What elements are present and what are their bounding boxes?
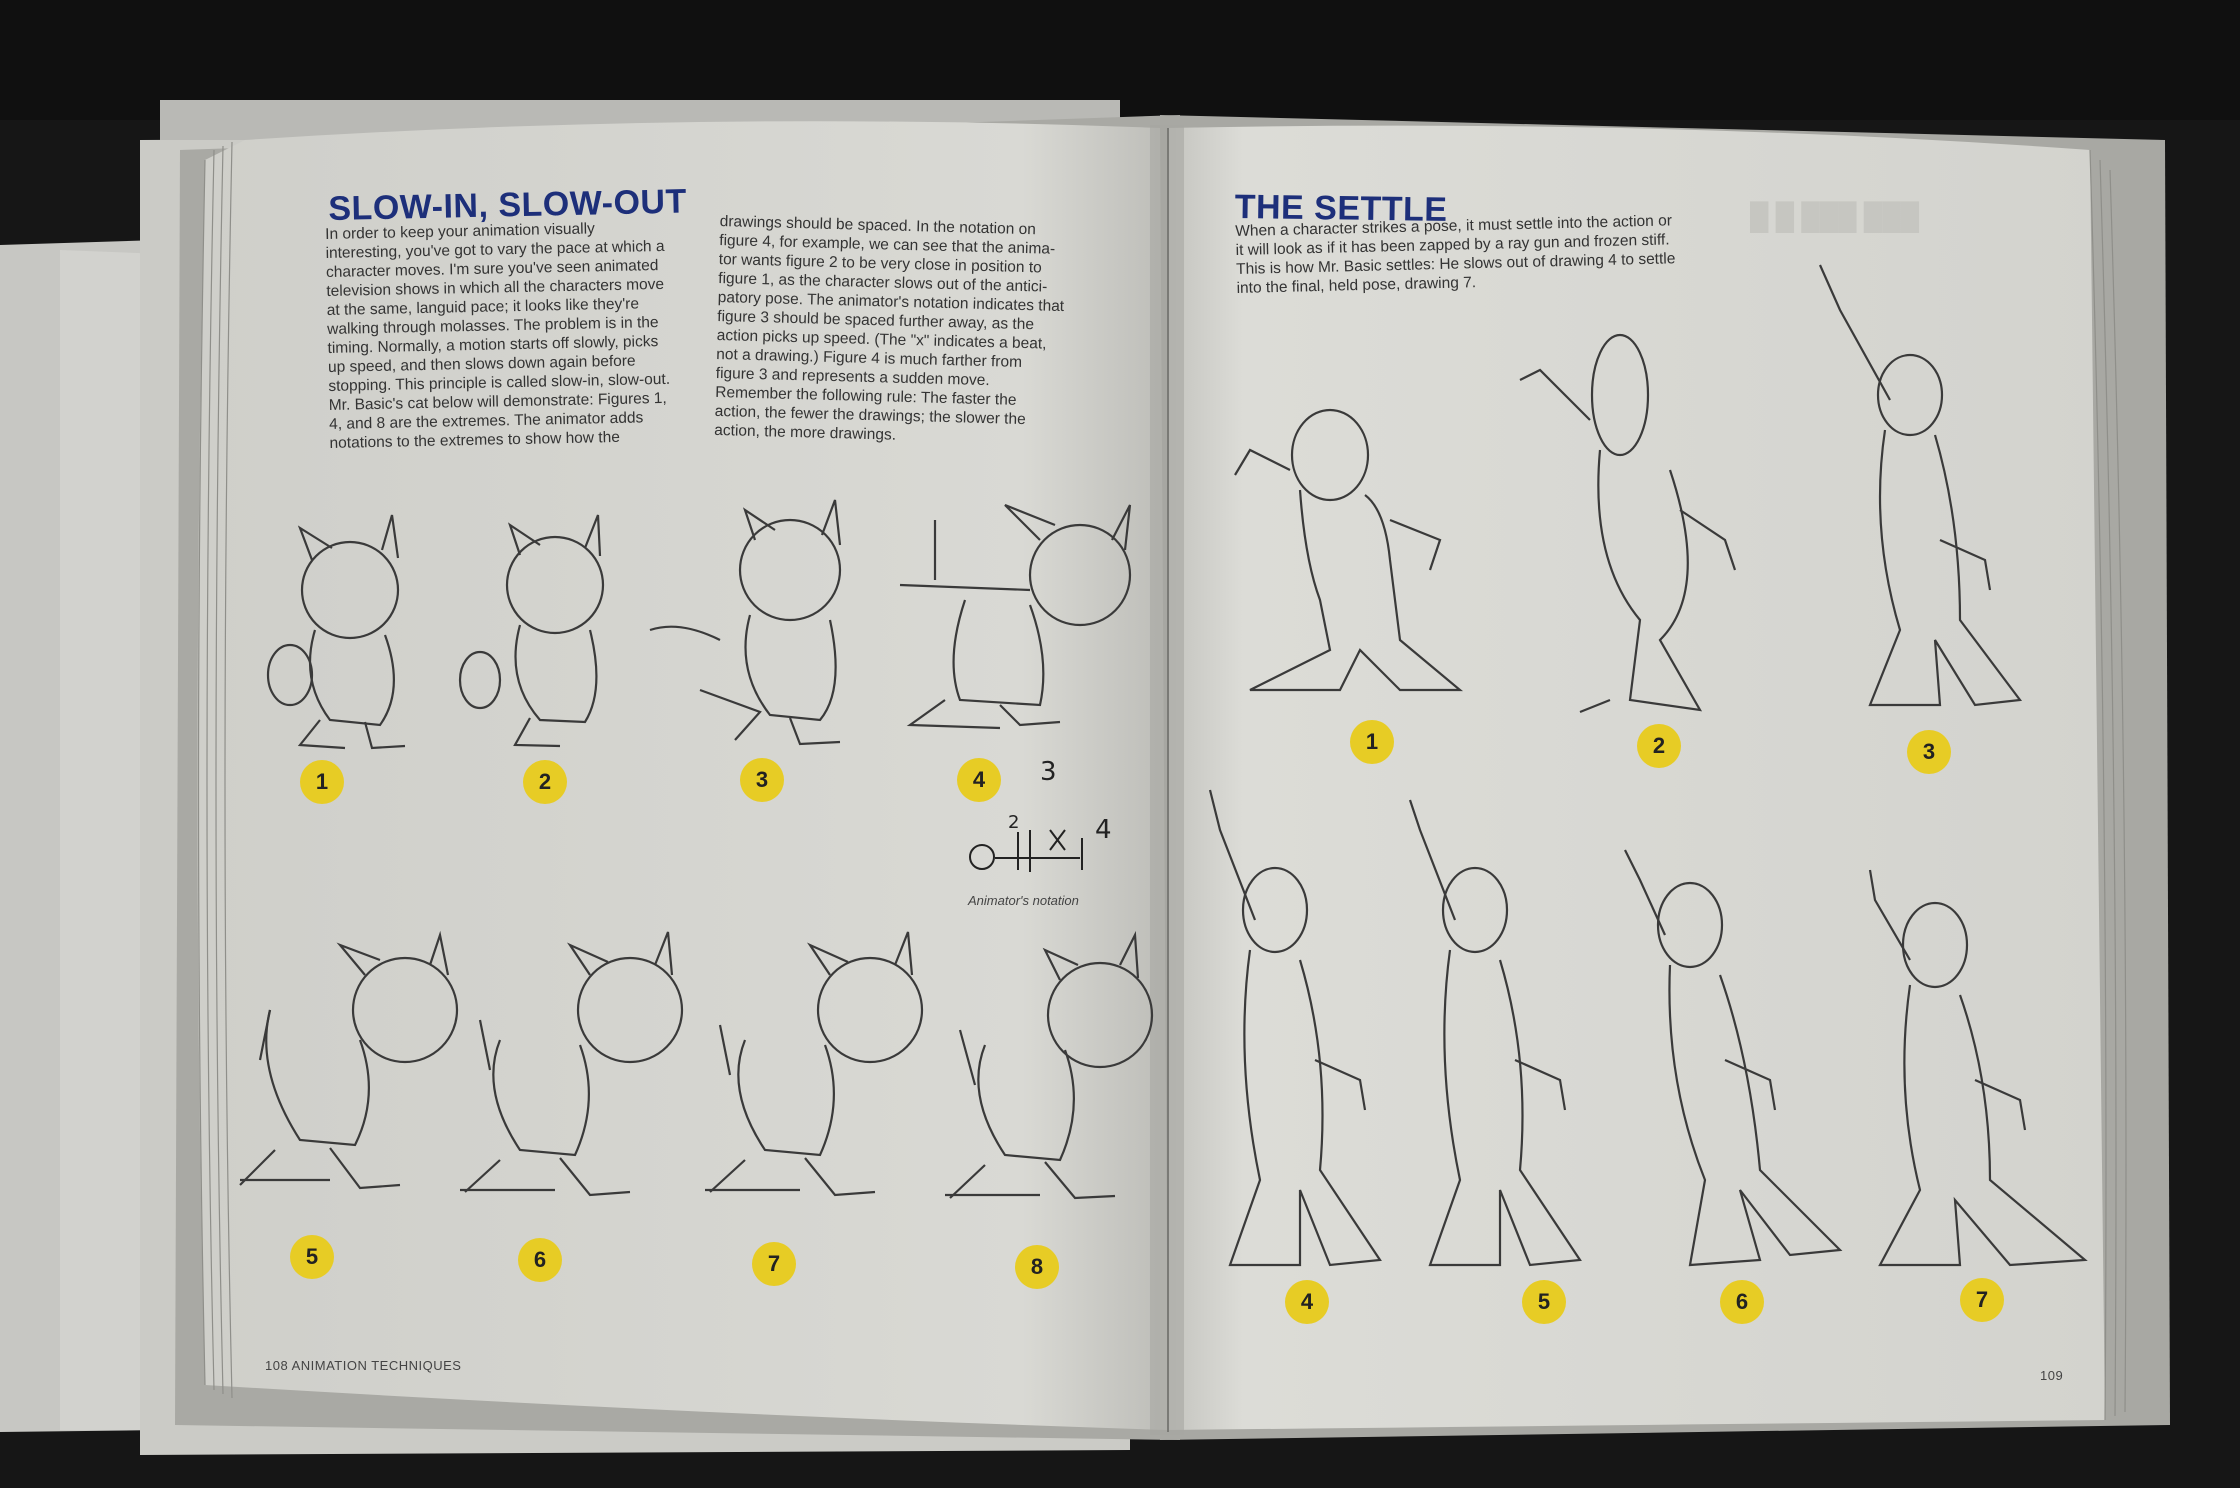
settle-figure-number-7: 7 <box>1960 1278 2004 1322</box>
settle-figure-number-4: 4 <box>1285 1280 1329 1324</box>
cat-figure-number-3: 3 <box>740 758 784 802</box>
cat-figure-number-1: 1 <box>300 760 344 804</box>
settle-figure-number-1: 1 <box>1350 720 1394 764</box>
cat-figure-number-5: 5 <box>290 1235 334 1279</box>
cat-figure-number-2: 2 <box>523 760 567 804</box>
settle-figure-number-5: 5 <box>1522 1280 1566 1324</box>
svg-text:2: 2 <box>1008 812 1019 833</box>
cat-figure-number-6: 6 <box>518 1238 562 1282</box>
left-page-column-2: drawings should be spaced. In the notati… <box>714 212 1065 444</box>
settle-figure-number-3: 3 <box>1907 730 1951 774</box>
bleed-through-text: █ █ ███ ███ <box>1750 201 1920 233</box>
right-page-body: When a character strikes a pose, it must… <box>1235 212 1676 297</box>
right-page <box>1168 125 2105 1431</box>
cat-figure-number-7: 7 <box>752 1242 796 1286</box>
cat-figure-number-8: 8 <box>1015 1245 1059 1289</box>
svg-text:4: 4 <box>1095 815 1112 845</box>
right-page-footer: 109 <box>2040 1368 2064 1383</box>
left-page-footer: 108 ANIMATION TECHNIQUES <box>265 1358 462 1373</box>
notation-caption: Animator's notation <box>968 893 1079 908</box>
svg-text:3: 3 <box>1040 757 1057 787</box>
left-page-column-1: In order to keep your animation visually… <box>325 220 671 452</box>
settle-figure-number-6: 6 <box>1720 1280 1764 1324</box>
cat-figure-number-4: 4 <box>957 758 1001 802</box>
settle-figure-number-2: 2 <box>1637 724 1681 768</box>
